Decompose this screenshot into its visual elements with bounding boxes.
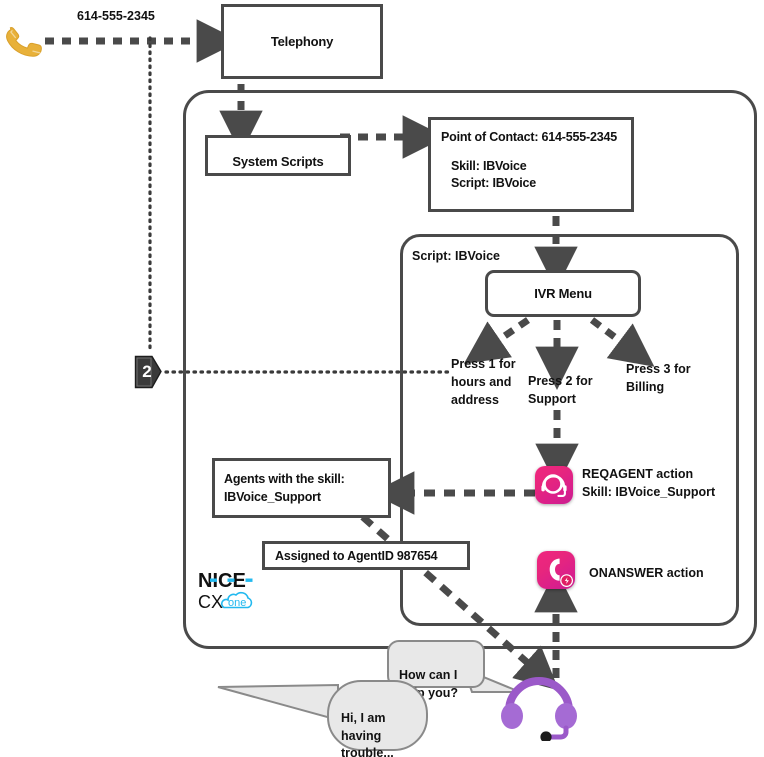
headset-avatar-icon	[500, 671, 578, 743]
nice-cxone-logo: NICE CX one	[198, 570, 264, 614]
node-point-of-contact[interactable]: Point of Contact: 614-555-2345 Skill: IB…	[428, 117, 634, 212]
node-assigned-agent[interactable]: Assigned to AgentID 987654	[262, 541, 470, 570]
ivr-option-press2-label: Press 2 for Support	[528, 374, 593, 406]
customer-speech-bubble: Hi, I am having trouble...	[327, 680, 428, 757]
caller-number-label: 614-555-2345	[77, 9, 155, 23]
agent-headset-icon[interactable]	[535, 466, 573, 504]
ivr-option-press3-label: Press 3 for Billing	[626, 362, 691, 394]
callout-marker-2[interactable]: 2	[134, 355, 165, 389]
script-container-label: Script: IBVoice	[412, 249, 500, 263]
cxone-logo-one: one	[228, 597, 246, 609]
node-telephony[interactable]: Telephony	[221, 4, 383, 79]
poc-skill: Skill: IBVoice	[451, 159, 527, 173]
phone-answer-icon[interactable]	[537, 551, 575, 589]
poc-script: Script: IBVoice	[451, 175, 536, 190]
phone-handset-icon	[5, 20, 55, 66]
node-ivr-menu-label: IVR Menu	[534, 286, 592, 301]
ivr-option-press1-label: Press 1 for hours and address	[451, 357, 516, 407]
node-ivr-menu[interactable]: IVR Menu	[485, 270, 641, 317]
nice-logo-wordmark: NICE	[198, 570, 246, 592]
customer-speech-bubble-text: Hi, I am having trouble...	[341, 710, 394, 757]
node-agents-with-skill-label: Agents with the skill: IBVoice_Support	[224, 472, 345, 505]
cxone-logo-cx: CX	[198, 592, 223, 612]
node-assigned-agent-label: Assigned to AgentID 987654	[275, 548, 438, 563]
node-system-scripts[interactable]: System Scripts	[205, 135, 351, 176]
onanswer-action-label: ONANSWER action	[589, 566, 704, 580]
diagram-canvas: Script: IBVoice Telephony System Scripts…	[0, 0, 764, 757]
node-telephony-label: Telephony	[270, 34, 334, 49]
node-system-scripts-label: System Scripts	[232, 154, 324, 169]
reqagent-action-label: REQAGENT action Skill: IBVoice_Support	[582, 467, 716, 499]
poc-title: Point of Contact: 614-555-2345	[441, 130, 617, 144]
node-agents-with-skill[interactable]: Agents with the skill: IBVoice_Support	[212, 458, 391, 518]
callout-marker-2-number: 2	[142, 362, 152, 381]
